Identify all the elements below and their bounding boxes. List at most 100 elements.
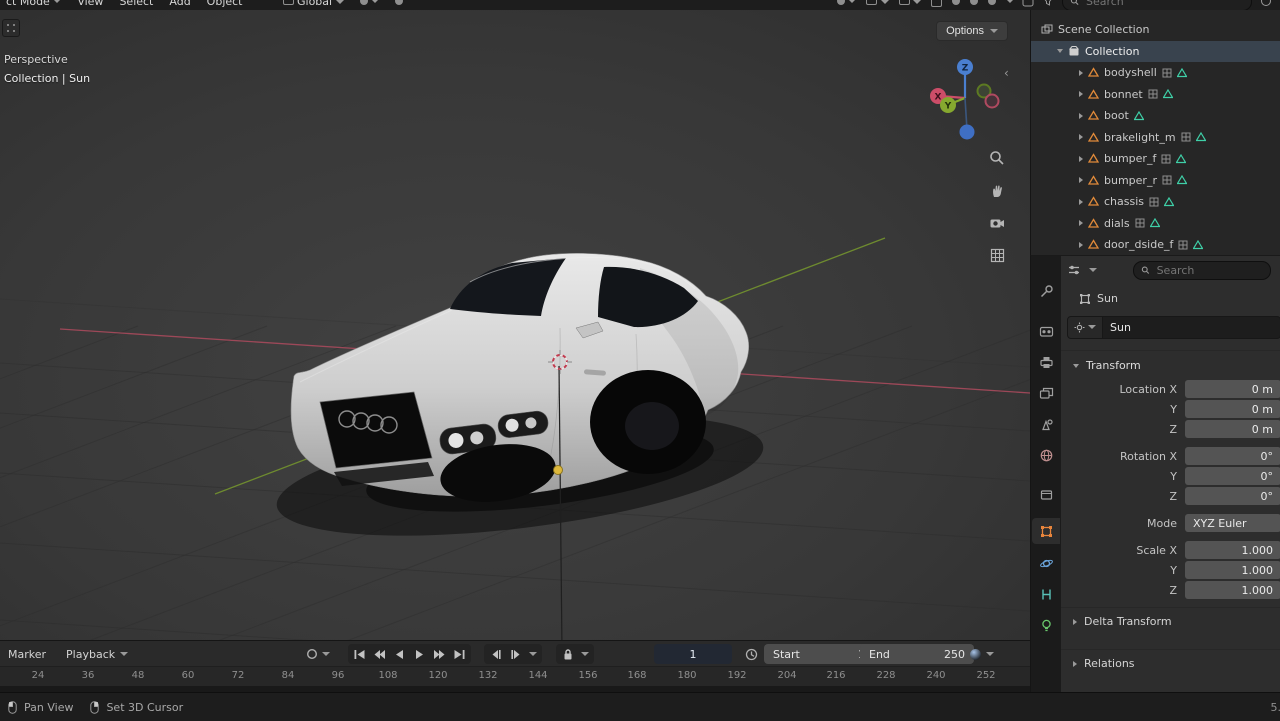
options-button[interactable]: Options	[936, 21, 1008, 41]
scale-x-field[interactable]: 1.000	[1185, 541, 1280, 559]
mesh-data-icon[interactable]	[1164, 197, 1174, 207]
outliner-row-collection[interactable]: Collection	[1031, 41, 1280, 63]
lock-toggle[interactable]	[558, 645, 577, 663]
location-x-field[interactable]: 0 m	[1185, 380, 1280, 398]
menu-view[interactable]: View	[77, 0, 103, 8]
camera-view-button[interactable]	[986, 212, 1008, 234]
proportional-edit-dropdown[interactable]	[395, 0, 403, 8]
tab-object[interactable]	[1032, 518, 1060, 544]
datablock-name-field[interactable]: Sun	[1103, 316, 1280, 339]
play-reverse-button[interactable]	[390, 645, 409, 663]
toggle-ortho-button[interactable]	[986, 244, 1008, 266]
expand-icon[interactable]	[1079, 113, 1083, 119]
expand-icon[interactable]	[1079, 199, 1083, 205]
use-preview-range-toggle[interactable]	[742, 645, 761, 663]
rotation-x-field[interactable]: 0°	[1185, 447, 1280, 465]
expand-icon[interactable]	[1079, 156, 1083, 162]
jump-to-end-button[interactable]	[450, 645, 469, 663]
display-options-icon[interactable]	[1260, 0, 1272, 7]
zoom-button[interactable]	[986, 147, 1008, 169]
snap-dropdown[interactable]	[360, 0, 380, 8]
tab-world[interactable]	[1032, 442, 1060, 468]
expand-icon[interactable]	[1079, 70, 1083, 76]
outliner-row-object[interactable]: bumper_r	[1031, 170, 1280, 192]
region-collapse-arrow[interactable]: ‹	[1004, 66, 1009, 80]
tab-object-data[interactable]	[1032, 612, 1060, 638]
expand-icon[interactable]	[1079, 242, 1083, 248]
properties-editor-icon[interactable]	[1067, 263, 1081, 277]
mesh-grid-icon[interactable]	[1178, 240, 1188, 250]
mesh-data-icon[interactable]	[1177, 68, 1187, 78]
rotation-y-field[interactable]: 0°	[1185, 467, 1280, 485]
outliner-row-object[interactable]: chassis	[1031, 191, 1280, 213]
mesh-grid-icon[interactable]	[1148, 89, 1158, 99]
breadcrumb-object-name[interactable]: Sun	[1097, 292, 1118, 305]
play-button[interactable]	[410, 645, 429, 663]
mesh-data-icon[interactable]	[1163, 89, 1173, 99]
shading-dropdown[interactable]	[1006, 0, 1014, 8]
outliner-row-object[interactable]: bodyshell	[1031, 62, 1280, 84]
editor-type-icon[interactable]	[1022, 0, 1034, 7]
tab-view-layer[interactable]	[1032, 380, 1060, 406]
mesh-data-icon[interactable]	[1176, 154, 1186, 164]
shading-material-button[interactable]	[988, 0, 996, 5]
tab-collection[interactable]	[1032, 481, 1060, 507]
mesh-grid-icon[interactable]	[1162, 175, 1172, 185]
transform-section-header[interactable]: Transform	[1061, 350, 1280, 378]
frame-end-field[interactable]: End 250	[860, 644, 974, 664]
filter-icon[interactable]	[1042, 0, 1054, 7]
mesh-grid-icon[interactable]	[1181, 132, 1191, 142]
shading-solid-button[interactable]	[970, 0, 978, 5]
outliner-row-object[interactable]: boot	[1031, 105, 1280, 127]
outliner-row-scene-collection[interactable]: Scene Collection	[1031, 19, 1280, 41]
timeline-ruler[interactable]: 24 36 48 60 72 84 96 108 120 132 144 156…	[0, 666, 1030, 687]
delta-transform-section-header[interactable]: Delta Transform	[1061, 607, 1280, 635]
mode-selector[interactable]: ct Mode	[6, 0, 61, 8]
tab-scene[interactable]	[1032, 411, 1060, 437]
menu-playback[interactable]: Playback	[66, 648, 128, 661]
outliner-search[interactable]	[1062, 0, 1252, 10]
menu-select[interactable]: Select	[119, 0, 153, 8]
tab-physics[interactable]	[1032, 550, 1060, 576]
current-frame-field[interactable]: 1	[654, 644, 732, 664]
datablock-browse-button[interactable]	[1067, 316, 1103, 339]
mesh-grid-icon[interactable]	[1162, 68, 1172, 78]
rotation-mode-dropdown[interactable]: XYZ Euler	[1185, 514, 1280, 532]
location-z-field[interactable]: 0 m	[1185, 420, 1280, 438]
location-y-field[interactable]: 0 m	[1185, 400, 1280, 418]
jump-to-start-button[interactable]	[350, 645, 369, 663]
mesh-data-icon[interactable]	[1193, 240, 1203, 250]
rotation-z-field[interactable]: 0°	[1185, 487, 1280, 505]
gizmos-dropdown[interactable]	[866, 0, 889, 8]
overlays-dropdown[interactable]	[899, 0, 922, 8]
outliner-search-input[interactable]	[1084, 0, 1244, 9]
mesh-grid-icon[interactable]	[1135, 218, 1145, 228]
scale-z-field[interactable]: 1.000	[1185, 581, 1280, 599]
frame-back-button[interactable]	[486, 645, 505, 663]
xray-toggle[interactable]	[931, 0, 942, 7]
shading-wireframe-button[interactable]	[952, 0, 960, 5]
outliner-row-object[interactable]: brakelight_m	[1031, 127, 1280, 149]
viewport-3d[interactable]: Perspective Collection | Sun Options Z X…	[0, 10, 1030, 640]
navigation-gizmo[interactable]: Z X Y	[923, 56, 1015, 148]
expand-icon[interactable]	[1057, 49, 1063, 53]
outliner-row-object[interactable]: bonnet	[1031, 84, 1280, 106]
properties-search-input[interactable]	[1155, 263, 1263, 278]
prev-keyframe-button[interactable]	[370, 645, 389, 663]
tab-constraints[interactable]	[1032, 581, 1060, 607]
frame-forward-button[interactable]	[506, 645, 525, 663]
mesh-data-icon[interactable]	[1177, 175, 1187, 185]
mesh-grid-icon[interactable]	[1161, 154, 1171, 164]
car-object[interactable]	[270, 253, 769, 557]
properties-search[interactable]	[1133, 261, 1271, 280]
menu-marker[interactable]: Marker	[8, 648, 46, 661]
expand-icon[interactable]	[1079, 91, 1083, 97]
frame-start-field[interactable]: Start 1	[764, 644, 874, 664]
menu-add[interactable]: Add	[169, 0, 190, 8]
tab-render[interactable]	[1032, 318, 1060, 344]
menu-object[interactable]: Object	[207, 0, 243, 8]
expand-icon[interactable]	[1079, 220, 1083, 226]
mesh-grid-icon[interactable]	[1149, 197, 1159, 207]
mesh-data-icon[interactable]	[1134, 111, 1144, 121]
pan-button[interactable]	[986, 179, 1008, 201]
